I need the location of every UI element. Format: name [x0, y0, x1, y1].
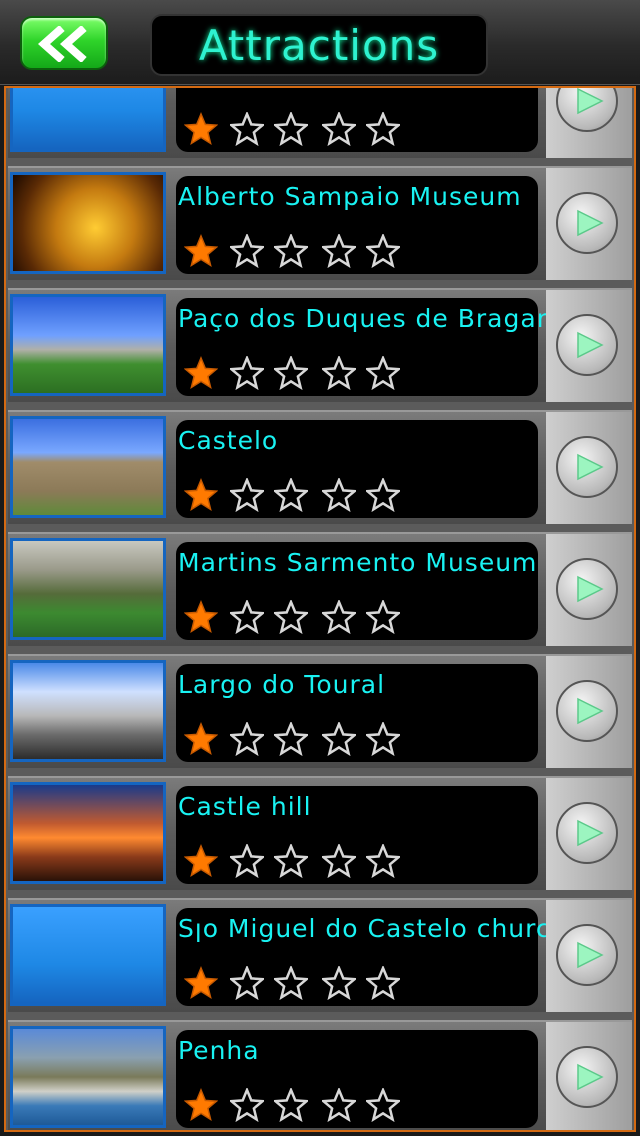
star-empty-icon [274, 1088, 308, 1122]
star-empty-icon [230, 1088, 264, 1122]
star-filled-icon [184, 966, 218, 1000]
star-empty-icon [322, 722, 356, 756]
attraction-name: Penha [178, 1036, 260, 1065]
open-detail-button[interactable] [556, 436, 618, 498]
attraction-name: Martins Sarmento Museum [178, 548, 538, 577]
attraction-thumbnail [10, 88, 166, 152]
attraction-thumbnail [10, 416, 166, 518]
attractions-list[interactable]: Alberto Sampaio Museum Paço dos Duques de… [4, 86, 636, 1132]
open-detail-button[interactable] [556, 558, 618, 620]
star-empty-icon [230, 966, 264, 1000]
star-filled-icon [184, 722, 218, 756]
attraction-row[interactable]: Castelo [8, 410, 632, 524]
star-filled-icon [184, 356, 218, 390]
play-arrow-icon [577, 941, 604, 969]
open-detail-button[interactable] [556, 680, 618, 742]
star-empty-icon [322, 966, 356, 1000]
attraction-name: Paço dos Duques de Bragança [178, 304, 585, 333]
star-empty-icon [322, 478, 356, 512]
open-detail-button[interactable] [556, 802, 618, 864]
top-bar: Attractions [0, 0, 640, 85]
star-empty-icon [366, 600, 400, 634]
attraction-thumbnail [10, 538, 166, 640]
star-empty-icon [274, 966, 308, 1000]
star-empty-icon [274, 600, 308, 634]
star-empty-icon [274, 356, 308, 390]
open-detail-button[interactable] [556, 314, 618, 376]
play-arrow-icon [577, 88, 604, 115]
star-empty-icon [322, 844, 356, 878]
star-empty-icon [274, 478, 308, 512]
open-detail-button[interactable] [556, 924, 618, 986]
star-empty-icon [322, 356, 356, 390]
star-empty-icon [230, 356, 264, 390]
attraction-name: Castelo [178, 426, 279, 455]
star-empty-icon [230, 844, 264, 878]
star-empty-icon [274, 844, 308, 878]
star-empty-icon [366, 112, 400, 146]
attraction-row[interactable]: Alberto Sampaio Museum [8, 166, 632, 280]
star-empty-icon [366, 356, 400, 390]
star-empty-icon [366, 966, 400, 1000]
star-filled-icon [184, 478, 218, 512]
star-empty-icon [366, 478, 400, 512]
attraction-thumbnail [10, 294, 166, 396]
star-empty-icon [366, 722, 400, 756]
attraction-thumbnail [10, 904, 166, 1006]
attraction-row[interactable]: Penha [8, 1020, 632, 1130]
attraction-name: Castle hill [178, 792, 312, 821]
attraction-row[interactable]: Largo do Toural [8, 654, 632, 768]
star-empty-icon [274, 234, 308, 268]
star-empty-icon [230, 234, 264, 268]
play-arrow-icon [577, 453, 604, 481]
attraction-thumbnail [10, 1026, 166, 1128]
play-arrow-icon [577, 209, 604, 237]
attraction-row[interactable]: Paço dos Duques de Bragança [8, 288, 632, 402]
star-empty-icon [274, 112, 308, 146]
star-filled-icon [184, 112, 218, 146]
star-empty-icon [322, 234, 356, 268]
open-detail-button[interactable] [556, 192, 618, 254]
star-filled-icon [184, 1088, 218, 1122]
star-filled-icon [184, 234, 218, 268]
star-empty-icon [230, 600, 264, 634]
open-detail-button[interactable] [556, 1046, 618, 1108]
attraction-thumbnail [10, 172, 166, 274]
star-empty-icon [230, 112, 264, 146]
attraction-row[interactable]: Sןo Miguel do Castelo church [8, 898, 632, 1012]
star-empty-icon [274, 722, 308, 756]
page-title: Attractions [198, 20, 440, 70]
star-filled-icon [184, 600, 218, 634]
back-button[interactable] [20, 16, 108, 70]
play-arrow-icon [577, 575, 604, 603]
attraction-thumbnail [10, 782, 166, 884]
attraction-row[interactable] [8, 88, 632, 158]
attraction-name: Alberto Sampaio Museum [178, 182, 522, 211]
double-chevron-left-icon [37, 26, 87, 62]
star-empty-icon [366, 234, 400, 268]
attraction-row[interactable]: Castle hill [8, 776, 632, 890]
attraction-name: Sןo Miguel do Castelo church [178, 914, 568, 943]
play-arrow-icon [577, 697, 604, 725]
star-empty-icon [322, 112, 356, 146]
star-empty-icon [322, 1088, 356, 1122]
play-arrow-icon [577, 331, 604, 359]
attraction-row[interactable]: Martins Sarmento Museum [8, 532, 632, 646]
star-empty-icon [366, 844, 400, 878]
star-empty-icon [366, 1088, 400, 1122]
play-arrow-icon [577, 1063, 604, 1091]
star-empty-icon [230, 478, 264, 512]
star-empty-icon [322, 600, 356, 634]
star-filled-icon [184, 844, 218, 878]
attraction-thumbnail [10, 660, 166, 762]
play-arrow-icon [577, 819, 604, 847]
attraction-name: Largo do Toural [178, 670, 386, 699]
title-box: Attractions [150, 14, 488, 76]
star-empty-icon [230, 722, 264, 756]
